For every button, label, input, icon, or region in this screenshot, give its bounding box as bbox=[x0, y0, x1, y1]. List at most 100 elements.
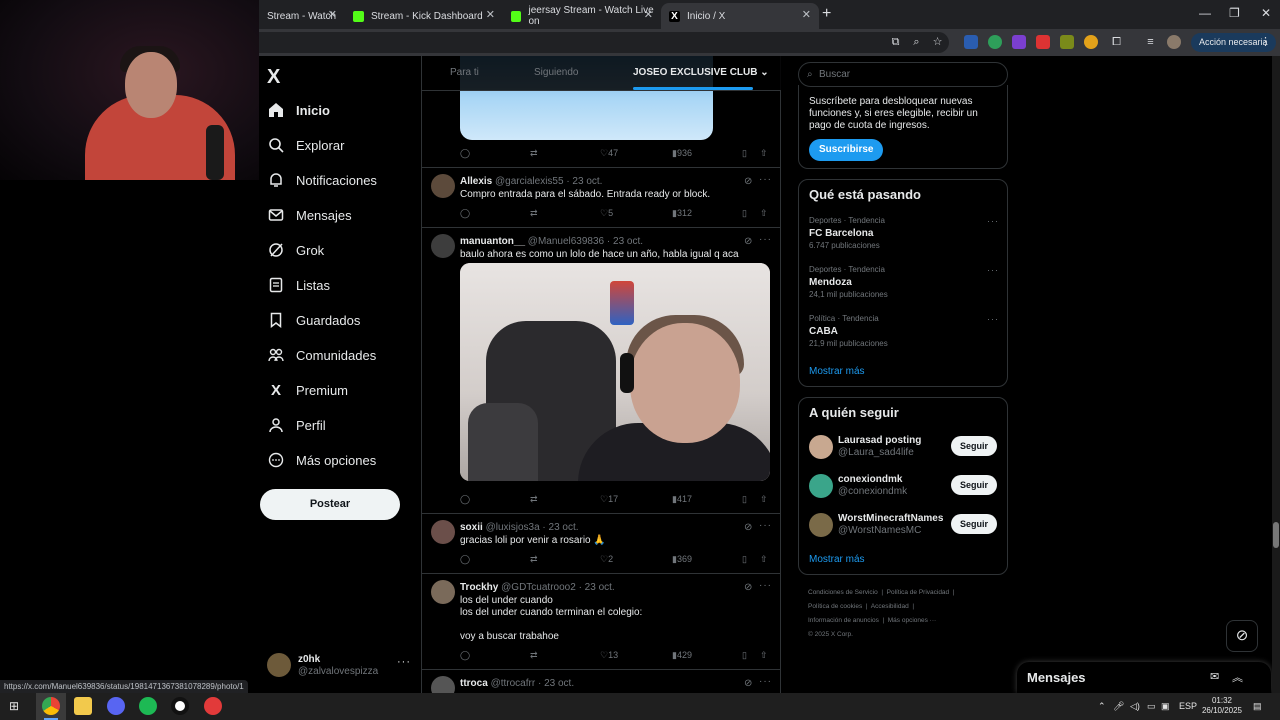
avatar[interactable] bbox=[809, 513, 833, 537]
grok-icon[interactable]: ⊘ bbox=[744, 678, 752, 689]
more-dots-icon[interactable]: ··· bbox=[759, 234, 772, 245]
more-dots-icon[interactable]: ··· bbox=[759, 676, 772, 687]
grok-icon[interactable]: ⊘ bbox=[744, 582, 752, 593]
repost-icon[interactable]: ⇄ bbox=[530, 494, 538, 505]
tab-joseo-exclusive-club[interactable]: JOSEO EXCLUSIVE CLUB ⌄ bbox=[633, 67, 769, 78]
tab-stream-watch[interactable]: Stream - Watch ✕ bbox=[259, 3, 345, 29]
sidebar-item-perfil[interactable]: Perfil bbox=[267, 409, 326, 441]
tweet-media[interactable] bbox=[460, 263, 770, 481]
more-dots-icon[interactable]: ··· bbox=[987, 216, 999, 226]
sidebar-item-comunidades[interactable]: Comunidades bbox=[267, 339, 376, 371]
author-handle[interactable]: @luxisjos3a bbox=[486, 522, 540, 533]
shield-icon[interactable] bbox=[988, 35, 1002, 49]
suggestion-name[interactable]: conexiondmk bbox=[838, 474, 902, 485]
views-button[interactable]: ▮ 312 bbox=[672, 208, 692, 219]
search-input[interactable]: ⌕ Buscar bbox=[798, 62, 1008, 87]
avatar[interactable] bbox=[431, 174, 455, 198]
mic-icon[interactable]: 🎤︎ bbox=[1113, 701, 1124, 712]
tweet[interactable]: ttroca @ttrocafrr · 23 oct. ⊘ ··· bbox=[422, 676, 781, 693]
restore-icon[interactable]: ❐ bbox=[1229, 6, 1240, 20]
bookmark-icon[interactable]: ▯ bbox=[742, 554, 747, 565]
views-button[interactable]: ▮ 936 bbox=[672, 148, 692, 159]
footer-link[interactable]: Condiciones de Servicio bbox=[808, 589, 878, 596]
discord-icon[interactable] bbox=[107, 697, 125, 715]
grok-fab-icon[interactable]: ⊘ bbox=[1226, 620, 1258, 652]
network-icon[interactable]: ▣ bbox=[1161, 701, 1170, 712]
post-button[interactable]: Postear bbox=[260, 489, 400, 520]
bookmark-icon[interactable]: ▯ bbox=[742, 208, 747, 219]
avatar[interactable] bbox=[809, 474, 833, 498]
chevron-up-icon[interactable]: ︽ bbox=[1232, 669, 1243, 685]
sidebar-item-guardados[interactable]: Guardados bbox=[267, 304, 360, 336]
x-logo-icon[interactable]: X bbox=[267, 66, 280, 89]
close-icon[interactable]: ✕ bbox=[644, 8, 653, 21]
subscribe-button[interactable]: Suscribirse bbox=[809, 139, 884, 161]
follow-button[interactable]: Seguir bbox=[951, 475, 997, 495]
messages-drawer[interactable]: Mensajes ✉ ︽ bbox=[1017, 662, 1271, 693]
reply-icon[interactable]: ◯ bbox=[460, 554, 470, 565]
like-button[interactable]: ♡ 13 bbox=[600, 650, 618, 661]
suggestion-name[interactable]: WorstMinecraftNames bbox=[838, 513, 943, 524]
more-dots-icon[interactable]: ··· bbox=[987, 314, 999, 324]
footer-link[interactable]: Política de Privacidad bbox=[887, 589, 950, 596]
share-icon[interactable]: ⇧ bbox=[760, 494, 768, 505]
extension-icon[interactable] bbox=[1060, 35, 1074, 49]
author-handle[interactable]: @Manuel639836 bbox=[528, 236, 604, 247]
extension-icon[interactable] bbox=[1084, 35, 1098, 49]
tweet-date[interactable]: · 23 oct. bbox=[579, 582, 615, 593]
more-dots-icon[interactable]: ··· bbox=[759, 520, 772, 531]
chevron-up-icon[interactable]: ⌃ bbox=[1098, 701, 1106, 712]
footer-link[interactable]: Información de anuncios bbox=[808, 617, 879, 624]
file-explorer-icon[interactable] bbox=[74, 697, 92, 715]
tweet[interactable]: Trockhy @GDTcuatrooo2 · 23 oct. ⊘ ··· lo… bbox=[422, 580, 781, 650]
repost-icon[interactable]: ⇄ bbox=[530, 208, 538, 219]
more-dots-icon[interactable]: ··· bbox=[987, 265, 999, 275]
tab-inicio-x[interactable]: X Inicio / X ✕ bbox=[661, 3, 819, 29]
views-button[interactable]: ▮ 429 bbox=[672, 650, 692, 661]
account-switcher[interactable]: z0hk @zalvalovespizza ··· bbox=[267, 653, 412, 683]
like-button[interactable]: ♡ 47 bbox=[600, 148, 618, 159]
spotify-icon[interactable] bbox=[139, 697, 157, 715]
windows-start-icon[interactable]: ⊞ bbox=[9, 699, 19, 713]
footer-link[interactable]: Accesibilidad bbox=[871, 603, 909, 610]
new-tab-icon[interactable]: + bbox=[822, 5, 831, 23]
language-indicator[interactable]: ESP bbox=[1179, 701, 1197, 711]
extension-icon[interactable] bbox=[1036, 35, 1050, 49]
extension-icon[interactable] bbox=[964, 35, 978, 49]
close-icon[interactable]: ✕ bbox=[328, 8, 337, 21]
bookmark-icon[interactable]: ▯ bbox=[742, 494, 747, 505]
avatar[interactable] bbox=[431, 234, 455, 258]
puzzle-icon[interactable]: ⧠ bbox=[1109, 35, 1124, 50]
window-close-icon[interactable]: ✕ bbox=[1261, 6, 1271, 20]
avatar[interactable] bbox=[431, 520, 455, 544]
bookmark-icon[interactable]: ▯ bbox=[742, 650, 747, 661]
address-bar[interactable] bbox=[259, 32, 949, 53]
sidebar-item-grok[interactable]: Grok bbox=[267, 234, 324, 266]
profile-avatar-icon[interactable] bbox=[1167, 35, 1181, 49]
share-icon[interactable]: ⇧ bbox=[760, 148, 768, 159]
tweet[interactable]: manuanton__ @Manuel639836 · 23 oct. ⊘ ··… bbox=[422, 234, 781, 504]
avatar[interactable] bbox=[431, 676, 455, 693]
clock[interactable]: 01:32 26/10/2025 bbox=[1200, 696, 1244, 716]
install-icon[interactable]: ⧉ bbox=[888, 35, 903, 50]
suggestion-name[interactable]: Laurasad posting bbox=[838, 435, 921, 446]
volume-icon[interactable]: ◁) bbox=[1130, 701, 1140, 712]
views-button[interactable]: ▮ 417 bbox=[672, 494, 692, 505]
sidebar-item-inicio[interactable]: Inicio bbox=[267, 94, 330, 126]
tweet-date[interactable]: · 23 oct. bbox=[542, 522, 578, 533]
sidebar-item-mensajes[interactable]: Mensajes bbox=[267, 199, 352, 231]
like-button[interactable]: ♡ 17 bbox=[600, 494, 618, 505]
avatar[interactable] bbox=[809, 435, 833, 459]
tab-para-ti[interactable]: Para ti bbox=[450, 67, 479, 78]
more-dots-icon[interactable]: ··· bbox=[759, 174, 772, 185]
notifications-icon[interactable]: ▤ bbox=[1253, 701, 1262, 712]
avatar[interactable] bbox=[431, 580, 455, 604]
views-button[interactable]: ▮ 369 bbox=[672, 554, 692, 565]
author-handle[interactable]: @garcialexis55 bbox=[495, 176, 564, 187]
follow-suggestion[interactable]: conexiondmk @conexiondmk Seguir bbox=[809, 474, 999, 502]
author-name[interactable]: Allexis bbox=[460, 176, 492, 187]
media-icon[interactable]: ≡ bbox=[1143, 35, 1158, 50]
author-name[interactable]: ttroca bbox=[460, 678, 488, 689]
repost-icon[interactable]: ⇄ bbox=[530, 148, 538, 159]
bookmark-icon[interactable]: ▯ bbox=[742, 148, 747, 159]
